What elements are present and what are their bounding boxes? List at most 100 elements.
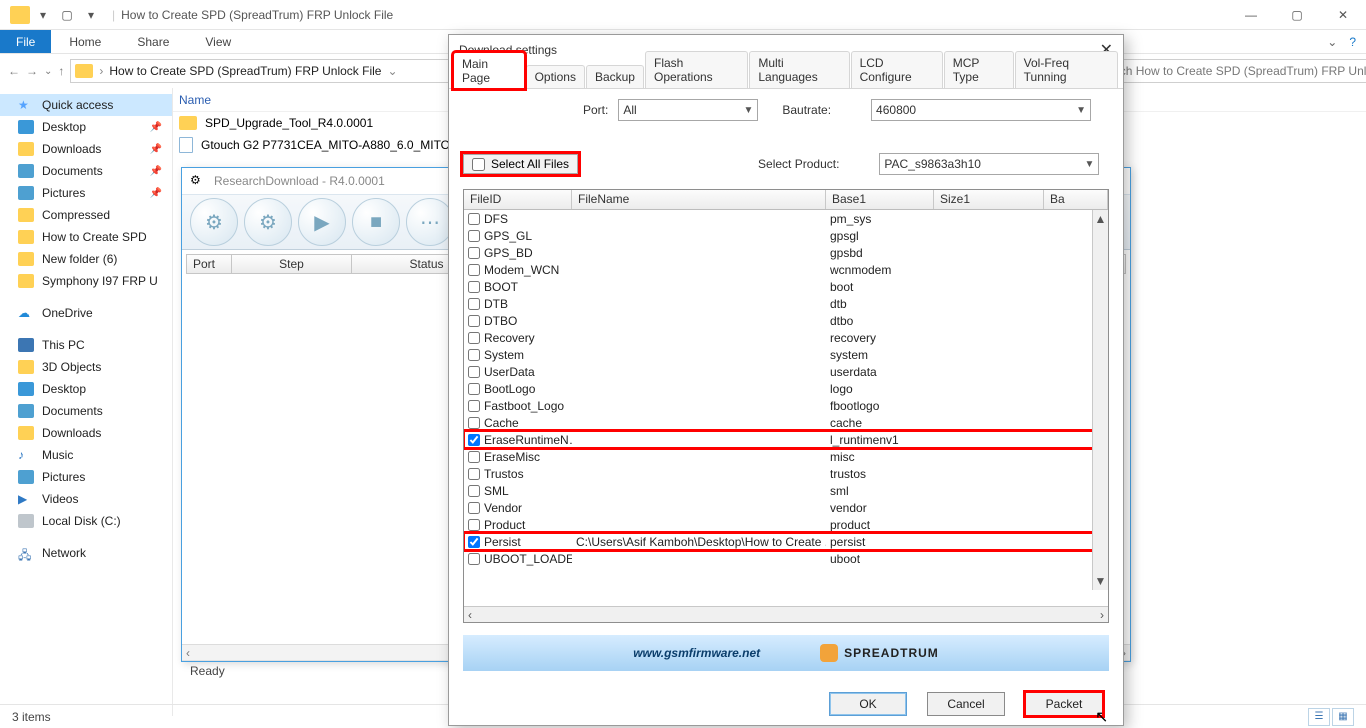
tab-backup[interactable]: Backup bbox=[586, 65, 644, 88]
grid-row[interactable]: DTBdtb bbox=[464, 295, 1108, 312]
maximize-button[interactable]: ▢ bbox=[1274, 0, 1320, 30]
rd-stop-button[interactable]: ■ bbox=[352, 198, 400, 246]
up-button[interactable]: ↑ bbox=[58, 59, 64, 83]
qat-dropdown-icon[interactable]: ▾ bbox=[32, 4, 54, 26]
navpane-downloads2[interactable]: Downloads bbox=[0, 422, 172, 444]
scroll-left-icon[interactable]: ‹ bbox=[468, 608, 472, 622]
tab-mcp-type[interactable]: MCP Type bbox=[944, 51, 1014, 88]
grid-row[interactable]: EraseMiscmisc bbox=[464, 448, 1108, 465]
address-segment[interactable]: How to Create SPD (SpreadTrum) FRP Unloc… bbox=[109, 64, 381, 78]
grid-row[interactable]: Trustostrustos bbox=[464, 465, 1108, 482]
col-base1[interactable]: Base1 bbox=[826, 190, 934, 209]
row-checkbox[interactable] bbox=[468, 400, 480, 412]
ribbon-view-tab[interactable]: View bbox=[187, 30, 249, 53]
tab-vol-freq[interactable]: Vol-Freq Tunning bbox=[1015, 51, 1118, 88]
scroll-down-icon[interactable]: ▼ bbox=[1095, 574, 1107, 588]
ribbon-expand-icon[interactable]: ⌄ bbox=[1327, 35, 1337, 49]
ribbon-file-tab[interactable]: File bbox=[0, 30, 51, 53]
tab-flash-operations[interactable]: Flash Operations bbox=[645, 51, 748, 88]
row-checkbox[interactable] bbox=[468, 536, 480, 548]
row-checkbox[interactable] bbox=[468, 553, 480, 565]
ribbon-help-icon[interactable]: ? bbox=[1349, 35, 1356, 49]
close-button[interactable]: ✕ bbox=[1320, 0, 1366, 30]
row-checkbox[interactable] bbox=[468, 451, 480, 463]
col-fileid[interactable]: FileID bbox=[464, 190, 572, 209]
col-base2[interactable]: Ba bbox=[1044, 190, 1108, 209]
row-checkbox[interactable] bbox=[468, 230, 480, 242]
forward-button[interactable]: → bbox=[26, 59, 38, 83]
rd-col-step[interactable]: Step bbox=[232, 255, 352, 273]
navpane-videos[interactable]: ▶Videos bbox=[0, 488, 172, 510]
horizontal-scrollbar[interactable]: ‹› bbox=[464, 606, 1108, 622]
navpane-quick-access[interactable]: ★Quick access bbox=[0, 94, 172, 116]
qat-item2-icon[interactable]: ▾ bbox=[80, 4, 102, 26]
qat-item1-icon[interactable]: ▢ bbox=[56, 4, 78, 26]
vertical-scrollbar[interactable]: ▲▼ bbox=[1092, 210, 1108, 590]
navpane-desktop2[interactable]: Desktop bbox=[0, 378, 172, 400]
grid-row[interactable]: Recoveryrecovery bbox=[464, 329, 1108, 346]
navpane-howto[interactable]: How to Create SPD bbox=[0, 226, 172, 248]
row-checkbox[interactable] bbox=[468, 298, 480, 310]
navpane-network[interactable]: 🖧Network bbox=[0, 542, 172, 564]
minimize-button[interactable]: — bbox=[1228, 0, 1274, 30]
view-large-button[interactable]: ▦ bbox=[1332, 708, 1354, 726]
grid-row[interactable]: SMLsml bbox=[464, 482, 1108, 499]
rd-settings-button[interactable]: ⚙ bbox=[190, 198, 238, 246]
tab-options[interactable]: Options bbox=[526, 65, 585, 88]
ribbon-share-tab[interactable]: Share bbox=[119, 30, 187, 53]
recent-dropdown-icon[interactable]: ⌄ bbox=[44, 59, 52, 83]
navpane-pictures2[interactable]: Pictures bbox=[0, 466, 172, 488]
back-button[interactable]: ← bbox=[8, 59, 20, 83]
row-checkbox[interactable] bbox=[468, 383, 480, 395]
ok-button[interactable]: OK bbox=[829, 692, 907, 716]
tab-lcd-configure[interactable]: LCD Configure bbox=[851, 51, 943, 88]
navpane-compressed[interactable]: Compressed bbox=[0, 204, 172, 226]
tab-main-page[interactable]: Main Page bbox=[453, 52, 525, 89]
chevron-right-icon[interactable]: › bbox=[99, 64, 103, 78]
rd-extra-button[interactable]: ⋯ bbox=[406, 198, 454, 246]
row-checkbox[interactable] bbox=[468, 434, 480, 446]
select-product-combobox[interactable]: PAC_s9863a3h10▼ bbox=[879, 153, 1099, 175]
cancel-button[interactable]: Cancel bbox=[927, 692, 1005, 716]
baudrate-combobox[interactable]: 460800▼ bbox=[871, 99, 1091, 121]
select-all-files-button[interactable]: Select All Files bbox=[463, 154, 578, 174]
navpane-documents2[interactable]: Documents bbox=[0, 400, 172, 422]
navpane-3dobjects[interactable]: 3D Objects bbox=[0, 356, 172, 378]
port-combobox[interactable]: All▼ bbox=[618, 99, 758, 121]
row-checkbox[interactable] bbox=[468, 502, 480, 514]
navpane-onedrive[interactable]: ☁OneDrive bbox=[0, 302, 172, 324]
col-size1[interactable]: Size1 bbox=[934, 190, 1044, 209]
navpane-newfolder[interactable]: New folder (6) bbox=[0, 248, 172, 270]
row-checkbox[interactable] bbox=[468, 349, 480, 361]
row-checkbox[interactable] bbox=[468, 485, 480, 497]
chevron-down-icon[interactable]: ⌄ bbox=[387, 64, 397, 78]
scroll-up-icon[interactable]: ▲ bbox=[1095, 212, 1107, 226]
navpane-thispc[interactable]: This PC bbox=[0, 334, 172, 356]
tab-multi-languages[interactable]: Multi Languages bbox=[749, 51, 849, 88]
rd-col-port[interactable]: Port bbox=[187, 255, 232, 273]
row-checkbox[interactable] bbox=[468, 332, 480, 344]
grid-row[interactable]: PersistC:\Users\Asif Kamboh\Desktop\How … bbox=[464, 533, 1108, 550]
grid-row[interactable]: GPS_BDgpsbd bbox=[464, 244, 1108, 261]
grid-row[interactable]: DTBOdtbo bbox=[464, 312, 1108, 329]
row-checkbox[interactable] bbox=[468, 315, 480, 327]
grid-row[interactable]: Cachecache bbox=[464, 414, 1108, 431]
grid-row[interactable]: UserDatauserdata bbox=[464, 363, 1108, 380]
col-filename[interactable]: FileName bbox=[572, 190, 826, 209]
grid-row[interactable]: UBOOT_LOADERuboot bbox=[464, 550, 1108, 567]
navpane-localdisk[interactable]: Local Disk (C:) bbox=[0, 510, 172, 532]
grid-row[interactable]: Fastboot_Logofbootlogo bbox=[464, 397, 1108, 414]
rd-start-button[interactable]: ▶ bbox=[298, 198, 346, 246]
navpane-pictures[interactable]: Pictures📌 bbox=[0, 182, 172, 204]
rd-settings2-button[interactable]: ⚙ bbox=[244, 198, 292, 246]
grid-row[interactable]: Productproduct bbox=[464, 516, 1108, 533]
navpane-documents[interactable]: Documents📌 bbox=[0, 160, 172, 182]
grid-row[interactable]: BOOTboot bbox=[464, 278, 1108, 295]
navpane-desktop[interactable]: Desktop📌 bbox=[0, 116, 172, 138]
row-checkbox[interactable] bbox=[468, 281, 480, 293]
grid-body[interactable]: DFSpm_sysGPS_GLgpsglGPS_BDgpsbdModem_WCN… bbox=[464, 210, 1108, 606]
grid-row[interactable]: GPS_GLgpsgl bbox=[464, 227, 1108, 244]
grid-row[interactable]: Modem_WCNwcnmodem bbox=[464, 261, 1108, 278]
row-checkbox[interactable] bbox=[468, 247, 480, 259]
select-all-checkbox[interactable] bbox=[472, 158, 485, 171]
